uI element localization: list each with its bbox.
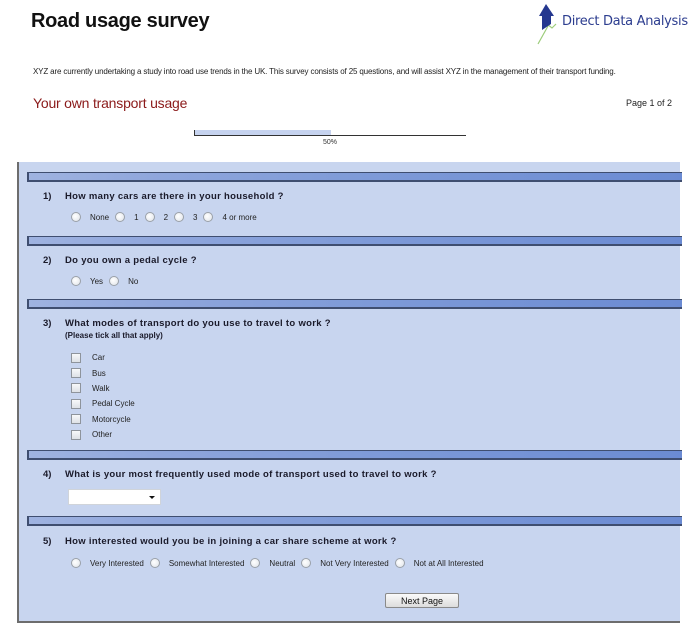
q5-radio-somewhat-interested[interactable] (149, 558, 160, 568)
option-label: No (128, 276, 139, 286)
option-label: Bus (92, 368, 106, 378)
option-label: 2 (163, 212, 169, 222)
next-page-button[interactable]: Next Page (385, 593, 459, 608)
option-label: Pedal Cycle (92, 399, 135, 409)
option-label: Somewhat Interested (168, 558, 245, 568)
question-text: How many cars are there in your househol… (65, 191, 284, 202)
question-separator (27, 299, 682, 309)
q5-radio-not-at-all-interested[interactable] (394, 558, 405, 568)
list-item: Motorcycle (71, 412, 135, 427)
option-label: Not at All Interested (413, 558, 484, 568)
question-separator (27, 236, 682, 246)
q4-transport-select[interactable] (68, 489, 161, 505)
q3-checkbox-pedal-cycle[interactable] (71, 398, 81, 409)
option-label: 1 (134, 212, 139, 222)
option-label: Other (92, 430, 113, 440)
progress-bar (194, 128, 466, 136)
option-label: Not Very Interested (320, 558, 389, 568)
option-label: 3 (193, 212, 198, 222)
section-title: Your own transport usage (33, 95, 188, 111)
q2-options: Yes No (71, 276, 144, 286)
q1-radio-1[interactable] (115, 212, 126, 222)
q5-radio-very-interested[interactable] (71, 558, 81, 568)
question-text: How interested would you be in joining a… (65, 536, 397, 547)
question-number: 5) (43, 536, 52, 547)
logo: Direct Data Analysis (534, 2, 688, 46)
q3-checkbox-car[interactable] (71, 352, 81, 363)
list-item: Bus (71, 365, 135, 380)
option-label: Neutral (269, 558, 296, 568)
question-separator (27, 172, 682, 182)
list-item: Other (71, 427, 135, 442)
option-label: 4 or more (222, 212, 257, 222)
q2-radio-no[interactable] (109, 276, 120, 286)
q2-radio-yes[interactable] (71, 276, 81, 286)
survey-panel: 1) How many cars are there in your house… (17, 162, 682, 623)
question-text: What is your most frequently used mode o… (65, 469, 437, 480)
intro-text: XYZ are currently undertaking a study in… (33, 67, 616, 76)
option-label: Very Interested (90, 558, 144, 568)
page-indicator: Page 1 of 2 (626, 98, 673, 108)
q5-radio-not-very-interested[interactable] (301, 558, 312, 568)
q3-checkbox-bus[interactable] (71, 368, 81, 379)
progress-track (194, 135, 466, 136)
q3-checkbox-motorcycle[interactable] (71, 414, 81, 425)
question-text: Do you own a pedal cycle ? (65, 255, 197, 266)
q1-options: None 1 2 3 4 or more (71, 212, 263, 222)
q5-options: Very Interested Somewhat Interested Neut… (71, 558, 490, 568)
question-number: 1) (43, 191, 52, 202)
q3-checkbox-list: Car Bus Walk Pedal Cycle Motorcycle Othe… (71, 350, 135, 442)
progress-label: 50% (323, 139, 338, 146)
option-label: Walk (92, 383, 110, 393)
q1-radio-none[interactable] (71, 212, 81, 222)
logo-text: Direct Data Analysis (562, 14, 688, 29)
question-separator (27, 450, 682, 460)
list-item: Walk (71, 381, 135, 396)
option-label: None (90, 212, 110, 222)
q1-radio-4-or-more[interactable] (203, 212, 214, 222)
list-item: Pedal Cycle (71, 396, 135, 411)
question-text: What modes of transport do you use to tr… (65, 318, 331, 329)
q1-radio-2[interactable] (144, 212, 155, 222)
question-separator (27, 516, 682, 526)
q1-radio-3[interactable] (174, 212, 185, 222)
question-subtext: (Please tick all that apply) (65, 331, 163, 340)
q3-checkbox-walk[interactable] (71, 383, 81, 394)
option-label: Motorcycle (92, 414, 131, 424)
question-number: 4) (43, 469, 52, 480)
q3-checkbox-other[interactable] (71, 429, 81, 440)
option-label: Car (92, 353, 105, 363)
option-label: Yes (90, 276, 104, 286)
q5-radio-neutral[interactable] (250, 558, 261, 568)
upward-arrow-logo-icon (537, 4, 557, 45)
list-item: Car (71, 350, 135, 365)
question-number: 3) (43, 318, 52, 329)
question-number: 2) (43, 255, 52, 266)
chevron-down-icon (149, 496, 155, 499)
page-title: Road usage survey (31, 10, 210, 32)
